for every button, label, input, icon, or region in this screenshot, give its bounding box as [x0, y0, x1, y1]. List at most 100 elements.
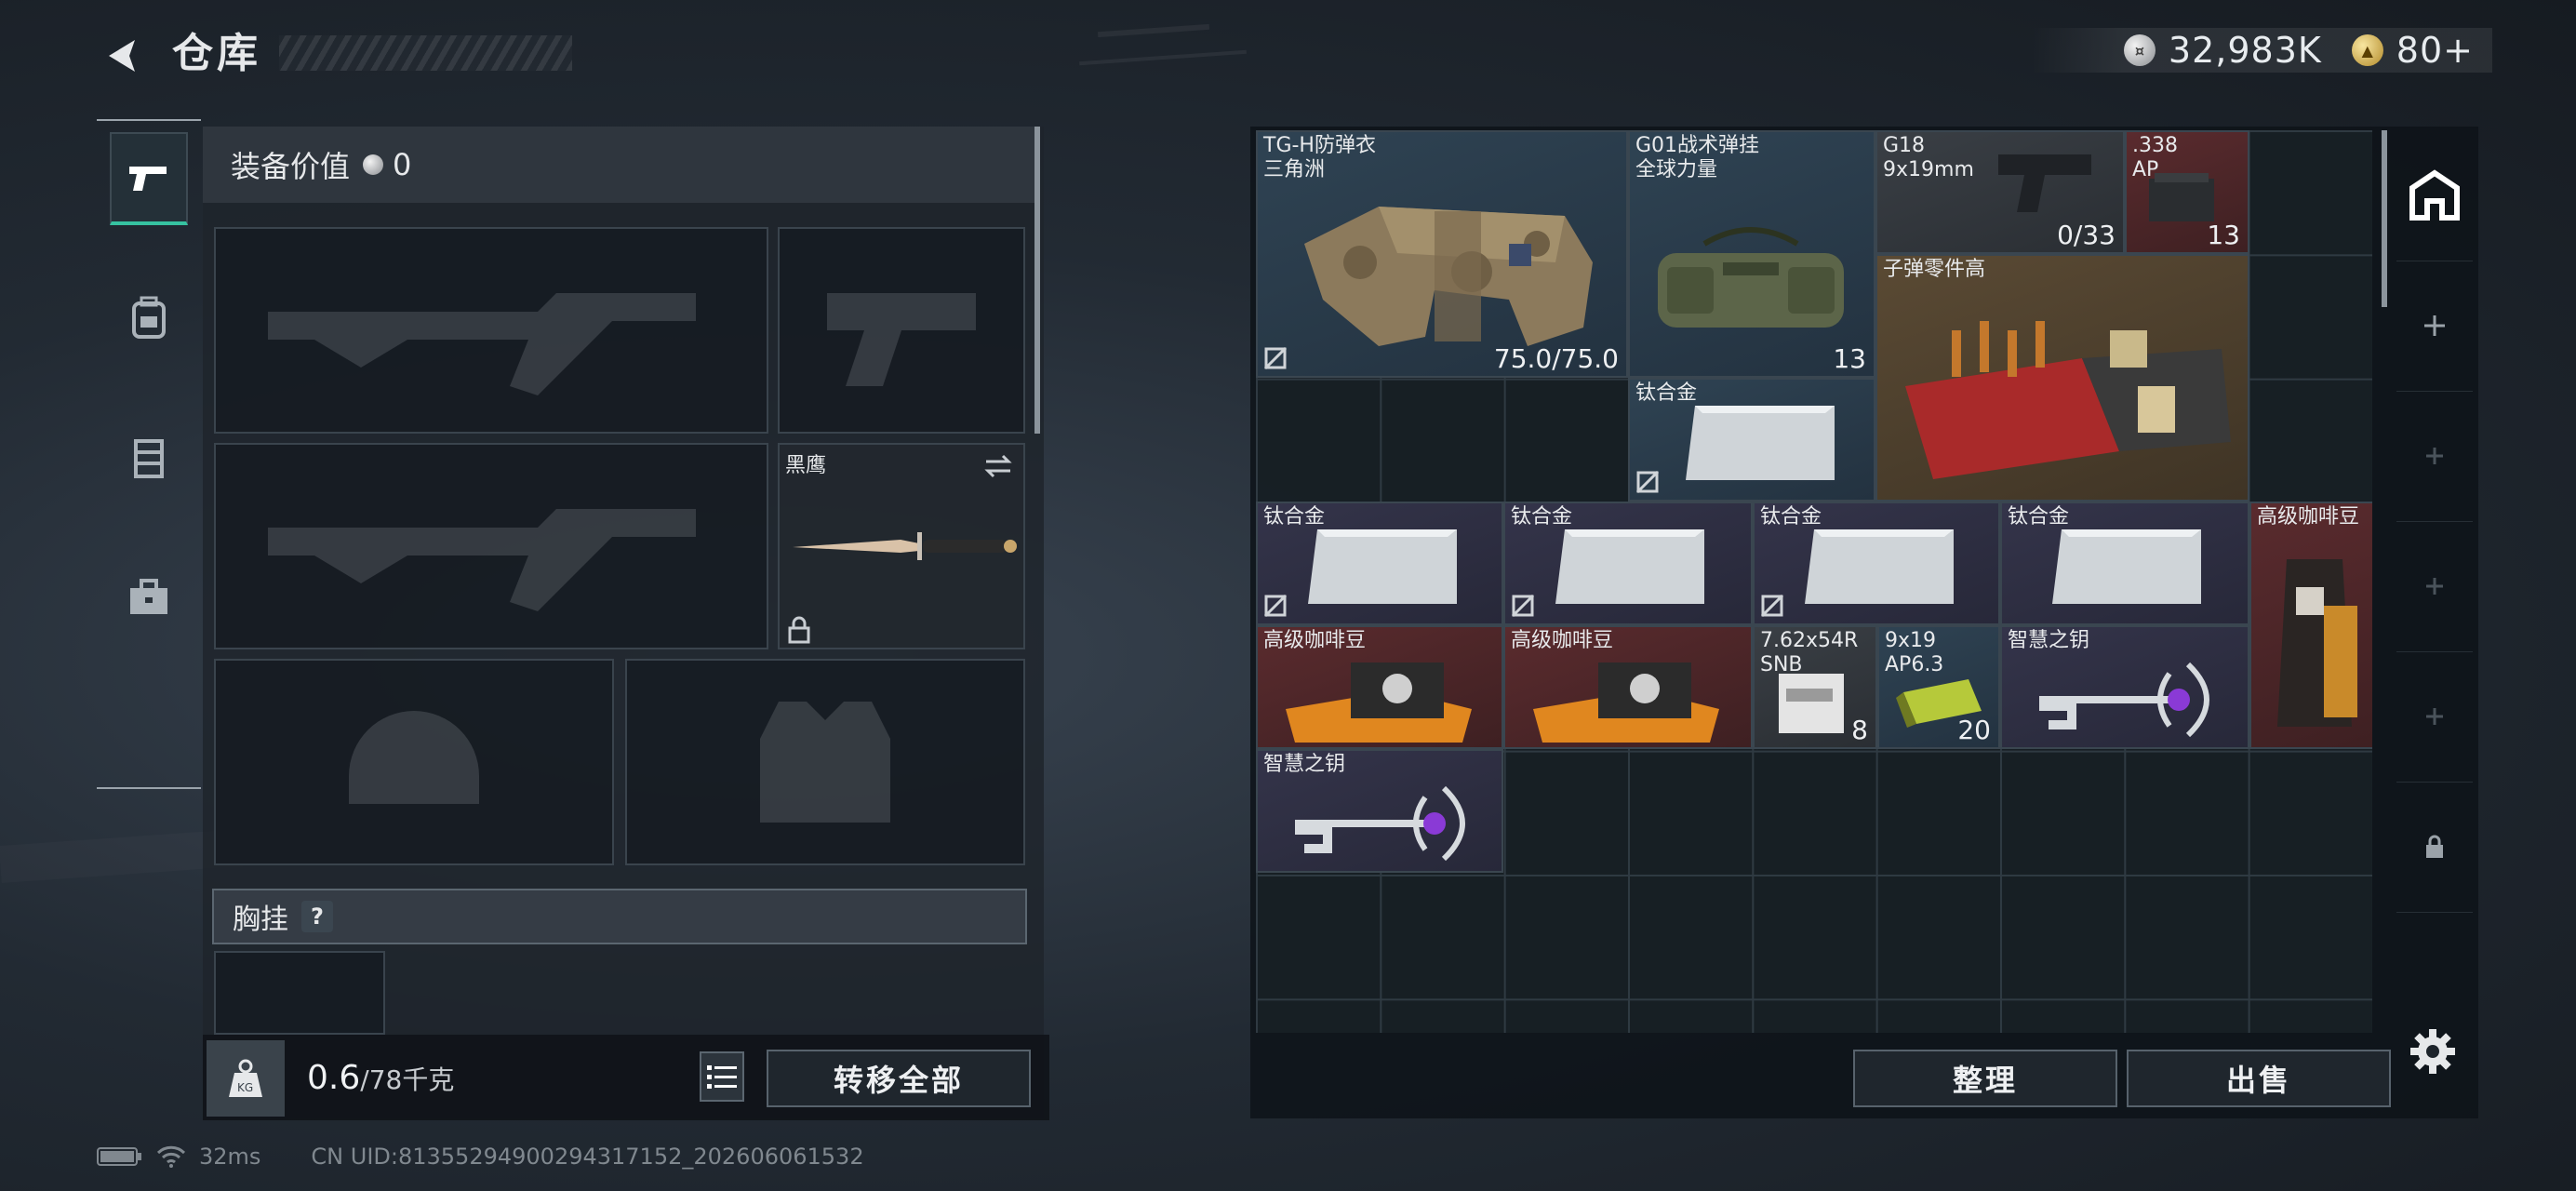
stash-page-add[interactable] [2396, 391, 2473, 522]
stash-item-titanium[interactable]: 钛合金 [2000, 502, 2249, 625]
tactical-bag-icon [1658, 227, 1844, 328]
back-button[interactable] [93, 28, 149, 84]
stash-item-g18[interactable]: G18 9x19mm 0/33 [1875, 130, 2125, 254]
stash-item-titanium[interactable]: 钛合金 [1256, 502, 1503, 625]
ammo-box-icon [2149, 173, 2214, 221]
item-name: TG-H防弹衣 三角洲 [1263, 134, 1376, 181]
swap-icon[interactable] [982, 452, 1014, 480]
gold-coin-icon: ▲ [2351, 34, 2383, 66]
stash-page-add[interactable] [2396, 521, 2473, 652]
titanium-plate-icon [2052, 529, 2201, 604]
stash-item-919-ammo[interactable]: 9x19 AP6.3 20 [1877, 625, 2000, 749]
no-sell-icon [1263, 346, 1288, 370]
tab-weapons[interactable] [110, 132, 188, 225]
stash-page-locked[interactable] [2396, 782, 2473, 913]
stash-page-add[interactable] [2396, 261, 2473, 392]
briefcase-icon [130, 579, 167, 614]
weight-max: /78千克 [360, 1064, 455, 1095]
stash-page-home[interactable] [2396, 130, 2473, 261]
no-sell-icon [1511, 594, 1535, 618]
item-name: 9x19 AP6.3 [1885, 629, 1944, 676]
helmet-silhouette-icon [349, 711, 479, 804]
plus-icon [2426, 448, 2443, 464]
item-count: 8 [1851, 715, 1868, 745]
stash-item-coffee-bag[interactable]: 高级咖啡豆 [2249, 502, 2372, 749]
titanium-plate-icon [1308, 529, 1457, 604]
no-sell-icon [1263, 594, 1288, 618]
vest-icon [134, 439, 164, 478]
stash-item-762-ammo[interactable]: 7.62x54R SNB 8 [1753, 625, 1877, 749]
backpack-icon [132, 296, 166, 339]
titanium-plate-icon [1686, 406, 1835, 480]
battery-icon [97, 1147, 141, 1166]
lock-icon [2426, 835, 2443, 858]
chest-rig-section: 胸挂 ? [212, 889, 1027, 944]
bullet-parts-icon [1905, 321, 2231, 479]
no-sell-icon [1760, 594, 1784, 618]
armor-slot[interactable] [625, 659, 1025, 865]
silver-coin-icon [363, 154, 384, 175]
weight-readout: 0.6/78千克 [307, 1059, 454, 1097]
equipment-tab-column [97, 119, 201, 789]
tab-backpack[interactable] [110, 272, 188, 365]
key-icon [1295, 785, 1465, 862]
page-title: 仓库 [172, 30, 261, 77]
chest-rig-label: 胸挂 [233, 903, 288, 936]
stash-item-338-ammo[interactable]: .338 AP 13 [2125, 130, 2249, 254]
stash-scrollbar[interactable] [2382, 130, 2387, 307]
stash-item-coffee-box[interactable]: 高级咖啡豆 [1256, 625, 1503, 749]
organize-button[interactable]: 整理 [1853, 1050, 2117, 1107]
rifle-silhouette-icon [268, 293, 696, 395]
stash-item-chest-rig[interactable]: G01战术弹挂 全球力量 13 [1628, 130, 1875, 378]
stash-item-armor[interactable]: TG-H防弹衣 三角洲 75.0/75.0 [1256, 130, 1628, 378]
melee-slot[interactable]: 黑鹰 [778, 443, 1025, 649]
silver-amount: 32,983K [2168, 30, 2322, 71]
stash-grid: TG-H防弹衣 三角洲 75.0/75.0 G01战术弹挂 全球力量 13 G1… [1256, 130, 2372, 1033]
no-sell-icon [1635, 470, 1660, 494]
melee-name: 黑鹰 [785, 454, 827, 477]
tab-case[interactable] [110, 551, 188, 644]
sell-button[interactable]: 出售 [2127, 1050, 2391, 1107]
ammo-box-icon [1779, 674, 1844, 733]
gold-amount: 80+ [2396, 30, 2474, 71]
tab-vest[interactable] [110, 411, 188, 504]
stash-page-add[interactable] [2396, 651, 2473, 783]
helmet-slot[interactable] [214, 659, 614, 865]
stash-item-bullet-parts[interactable]: 子弹零件高 [1875, 254, 2249, 502]
item-name: 子弹零件高 [1883, 258, 1986, 281]
secondary-weapon-slot[interactable] [214, 443, 768, 649]
stash-item-titanium[interactable]: 钛合金 [1753, 502, 2000, 625]
key-icon [2039, 662, 2209, 738]
gear-icon [2410, 1029, 2455, 1074]
ping-text: 32ms [199, 1144, 261, 1170]
item-ammo: 0/33 [2057, 220, 2116, 250]
stash-item-key[interactable]: 智慧之钥 [1256, 749, 1503, 873]
primary-weapon-slot[interactable] [214, 227, 768, 434]
equipment-scrollbar[interactable] [1034, 127, 1040, 434]
coffee-box-icon [1286, 662, 1472, 743]
stash-item-coffee-box[interactable]: 高级咖啡豆 [1503, 625, 1753, 749]
pistol-silhouette-icon [827, 293, 976, 386]
stash-item-titanium[interactable]: 钛合金 [1628, 378, 1875, 502]
stash-item-titanium[interactable]: 钛合金 [1503, 502, 1753, 625]
pistol-icon [1998, 154, 2091, 212]
item-name: G18 9x19mm [1883, 134, 1974, 181]
pistol-slot[interactable] [778, 227, 1025, 434]
equipment-value-label: 装备价值 [231, 149, 351, 184]
titanium-plate-icon [1555, 529, 1704, 604]
settings-button[interactable] [2405, 1024, 2461, 1079]
chest-rig-slot[interactable] [214, 951, 385, 1035]
item-name: 高级咖啡豆 [1263, 629, 1367, 652]
equipment-value-header: 装备价值 0 [203, 127, 1038, 203]
titanium-plate-icon [1805, 529, 1954, 604]
currency-bar: ¤ 32,983K ▲ 80+ [2030, 28, 2492, 73]
list-view-button[interactable] [700, 1051, 744, 1102]
item-count: 13 [1833, 343, 1866, 374]
stash-item-key[interactable]: 智慧之钥 [2000, 625, 2249, 749]
list-icon [707, 1065, 737, 1089]
uid-text: CN UID:813552949002943171​52_20260606153… [311, 1144, 864, 1170]
svg-text:KG: KG [237, 1081, 253, 1094]
transfer-all-button[interactable]: 转移全部 [767, 1050, 1031, 1107]
help-button[interactable]: ? [301, 901, 333, 932]
lock-icon [788, 616, 810, 644]
